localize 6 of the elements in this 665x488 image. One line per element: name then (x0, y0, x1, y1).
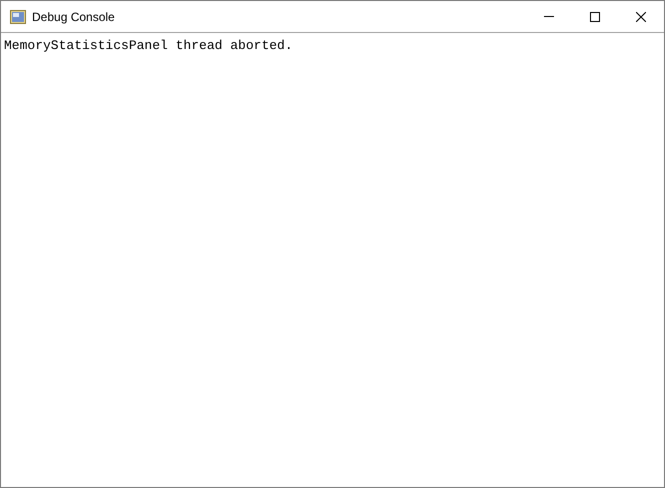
maximize-icon (590, 12, 600, 22)
console-line: MemoryStatisticsPanel thread aborted. (4, 38, 294, 53)
close-icon (636, 12, 646, 22)
window-title: Debug Console (32, 8, 115, 26)
minimize-icon (544, 16, 554, 17)
app-window-icon (10, 10, 26, 24)
